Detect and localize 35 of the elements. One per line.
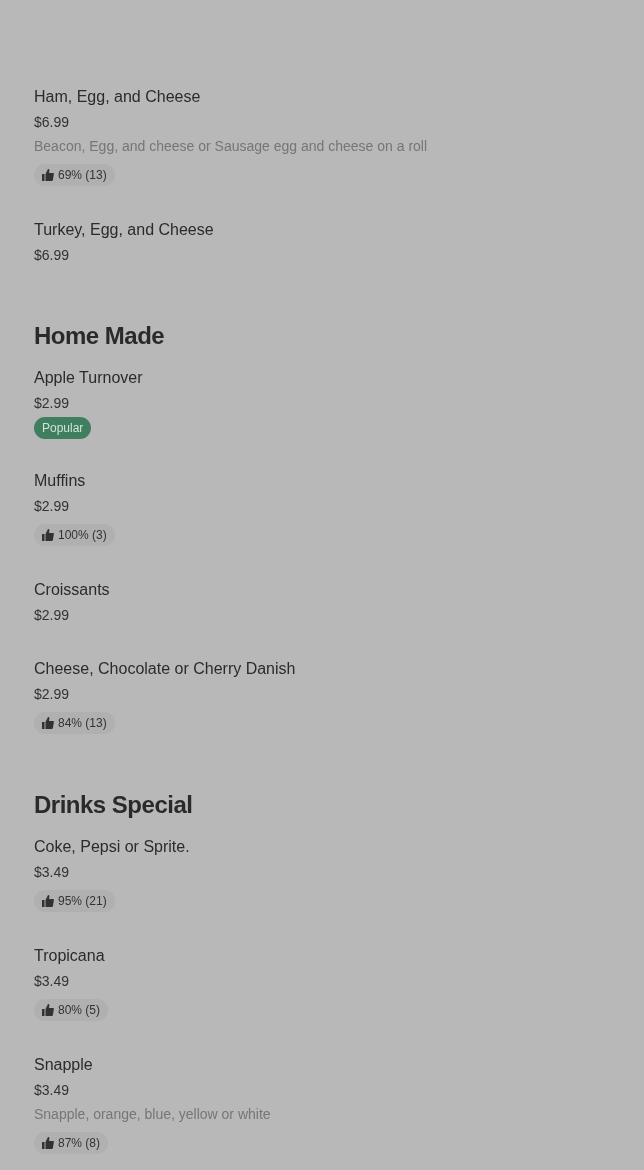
item-price: $2.99 xyxy=(34,394,71,413)
item-description: Snapple, orange, blue, yellow or white xyxy=(34,1105,272,1124)
popular-badge: Popular xyxy=(34,417,92,439)
rating-badge: 80% (5) xyxy=(34,999,109,1021)
thumbs-up-icon xyxy=(42,169,54,181)
rating-badge: 84% (13) xyxy=(34,712,115,734)
thumbs-up-icon xyxy=(42,1004,54,1016)
item-price: $2.99 xyxy=(34,685,71,704)
item-name[interactable]: Croissants xyxy=(34,578,610,602)
thumbs-up-icon xyxy=(42,895,54,907)
section-heading: Drinks Special xyxy=(34,790,194,820)
item-price: $3.49 xyxy=(34,863,71,882)
item-name[interactable]: Muffins xyxy=(34,469,610,493)
thumbs-up-icon xyxy=(42,717,54,729)
item-description: Beacon, Egg, and cheese or Sausage egg and cheese on a roll xyxy=(34,137,429,156)
item-price: $6.99 xyxy=(34,113,71,132)
item-price: $6.99 xyxy=(34,246,71,265)
item-price: $3.49 xyxy=(34,972,71,991)
rating-badge: 87% (8) xyxy=(34,1132,109,1154)
item-name[interactable]: Turkey, Egg, and Cheese xyxy=(34,218,610,242)
item-price: $3.49 xyxy=(34,1081,71,1100)
rating-badge: 95% (21) xyxy=(34,890,115,912)
rating-badge: 100% (3) xyxy=(34,524,115,546)
section-heading: Home Made xyxy=(34,321,166,351)
item-name[interactable]: Ham, Egg, and Cheese xyxy=(34,85,610,109)
rating-badge: 69% (13) xyxy=(34,164,115,186)
thumbs-up-icon xyxy=(42,529,54,541)
item-price: $2.99 xyxy=(34,497,71,516)
item-name[interactable]: Apple Turnover xyxy=(34,366,610,390)
item-price: $2.99 xyxy=(34,606,71,625)
item-name[interactable]: Snapple xyxy=(34,1053,610,1077)
item-name[interactable]: Tropicana xyxy=(34,944,610,968)
thumbs-up-icon xyxy=(42,1137,54,1149)
item-name[interactable]: Coke, Pepsi or Sprite. xyxy=(34,835,610,859)
item-name[interactable]: Cheese, Chocolate or Cherry Danish xyxy=(34,657,610,681)
